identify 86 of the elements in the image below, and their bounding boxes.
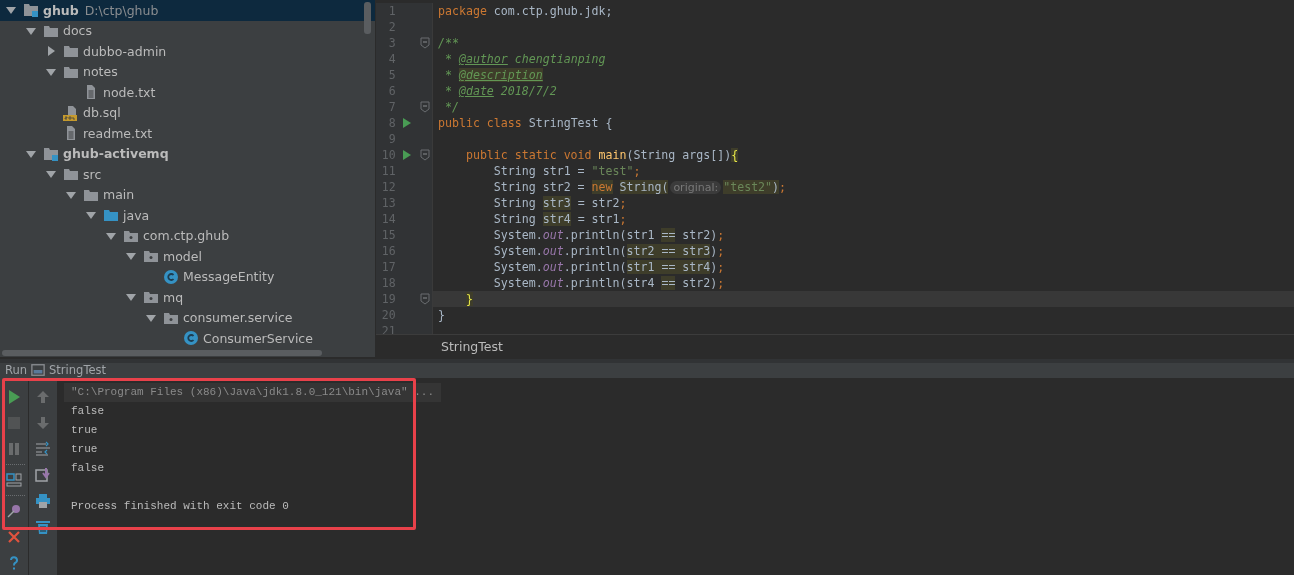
- package-icon: [143, 289, 159, 306]
- code-line: System.out.println(str1 == str2);: [492, 227, 725, 243]
- scrollbar[interactable]: [364, 2, 371, 34]
- code-line: public static void main(String args[]){: [464, 147, 739, 163]
- expanded-arrow-icon[interactable]: [126, 251, 136, 262]
- tree-item[interactable]: node.txt: [0, 82, 375, 103]
- wrap-icon: [35, 441, 51, 457]
- expanded-arrow-icon[interactable]: [46, 66, 56, 77]
- tree-item[interactable]: java: [0, 205, 375, 226]
- fold-icon[interactable]: [419, 149, 430, 161]
- project-path: D:\ctp\ghub: [84, 2, 159, 18]
- layout-icon: [6, 472, 22, 488]
- run-icon[interactable]: [402, 150, 411, 160]
- expanded-arrow-icon[interactable]: [106, 230, 116, 241]
- folder-icon: [63, 166, 79, 183]
- scroll-end-icon: [35, 467, 51, 483]
- fold-icon[interactable]: [419, 293, 430, 305]
- code-line: public class StringTest {: [438, 115, 613, 131]
- tree-item[interactable]: main: [0, 184, 375, 205]
- code-line: package com.ctp.ghub.jdk;: [438, 3, 613, 19]
- class-icon: [163, 268, 179, 285]
- tree-item[interactable]: MessageEntity: [0, 266, 375, 287]
- code-line: System.out.println(str1 == str4);: [492, 259, 725, 275]
- tree-item[interactable]: notes: [0, 61, 375, 82]
- tree-item[interactable]: ConsumerService: [0, 328, 375, 349]
- breadcrumb[interactable]: StringTest: [441, 338, 503, 354]
- expanded-arrow-icon[interactable]: [46, 169, 56, 180]
- expanded-arrow-icon[interactable]: [146, 312, 156, 323]
- module-icon: [43, 145, 59, 162]
- console-line: false: [70, 461, 105, 476]
- pin-icon: [6, 503, 22, 519]
- run-icon[interactable]: [402, 118, 411, 128]
- tree-item[interactable]: readme.txt: [0, 123, 375, 144]
- scrollbar[interactable]: [2, 350, 322, 356]
- code-line: System.out.println(str4 == str2);: [492, 275, 725, 291]
- tree-item[interactable]: dubbo-admin: [0, 41, 375, 62]
- console-line: true: [70, 442, 99, 457]
- code-line: String str1 = "test";: [492, 163, 641, 179]
- fold-icon[interactable]: [419, 37, 430, 49]
- console-line: true: [70, 423, 99, 438]
- run-config-tab[interactable]: StringTest: [49, 363, 107, 377]
- package-icon: [143, 248, 159, 265]
- stop-icon: [6, 415, 22, 431]
- module-icon: [23, 2, 39, 19]
- folder-icon: [63, 43, 79, 60]
- code-line: }: [438, 307, 445, 323]
- run-icon: [6, 389, 22, 405]
- panel-title: Run: [5, 363, 28, 377]
- code-line: * @date 2018/7/2: [444, 83, 557, 99]
- pause-icon: [6, 441, 22, 457]
- expanded-arrow-icon[interactable]: [86, 210, 96, 221]
- expanded-arrow-icon[interactable]: [26, 25, 36, 36]
- fold-icon[interactable]: [419, 101, 430, 113]
- console-line: false: [70, 404, 105, 419]
- expanded-arrow-icon[interactable]: [126, 292, 136, 303]
- code-line: String str3 = str2;: [492, 195, 627, 211]
- expanded-arrow-icon[interactable]: [66, 189, 76, 200]
- close-icon: [6, 529, 22, 545]
- tree-item[interactable]: com.ctp.ghub: [0, 225, 375, 246]
- collapsed-arrow-icon[interactable]: [46, 46, 56, 57]
- console-line: Process finished with exit code 0: [70, 499, 290, 514]
- tree-item[interactable]: mq: [0, 287, 375, 308]
- tree-item[interactable]: ghub-activemq: [0, 143, 375, 164]
- print-icon: [35, 493, 51, 509]
- expanded-arrow-icon[interactable]: [6, 5, 16, 16]
- tree-item[interactable]: model: [0, 246, 375, 267]
- code-line: */: [444, 99, 459, 115]
- class-icon: [183, 330, 199, 347]
- expanded-arrow-icon[interactable]: [26, 148, 36, 159]
- up-icon: [35, 389, 51, 405]
- code-line: /**: [438, 35, 459, 51]
- tree-item[interactable]: consumer.service: [0, 307, 375, 328]
- code-line: String str4 = str1;: [492, 211, 627, 227]
- folder-icon: [103, 207, 119, 224]
- code-line: String str2 = new String( original: "test2");: [492, 178, 787, 196]
- code-line: * @author chengtianping: [444, 51, 606, 67]
- tree-item[interactable]: db.sql: [0, 102, 375, 123]
- tree-item[interactable]: docs: [0, 20, 375, 41]
- clear-icon: [35, 519, 51, 535]
- console-icon: [31, 363, 46, 377]
- code-line: * @description: [444, 67, 543, 83]
- sql-file-icon: [63, 104, 79, 121]
- down-icon: [35, 415, 51, 431]
- tree-item[interactable]: src: [0, 164, 375, 185]
- tree-item[interactable]: ghub D:\ctp\ghub: [0, 0, 375, 21]
- code-line: System.out.println(str2 == str3);: [492, 243, 725, 259]
